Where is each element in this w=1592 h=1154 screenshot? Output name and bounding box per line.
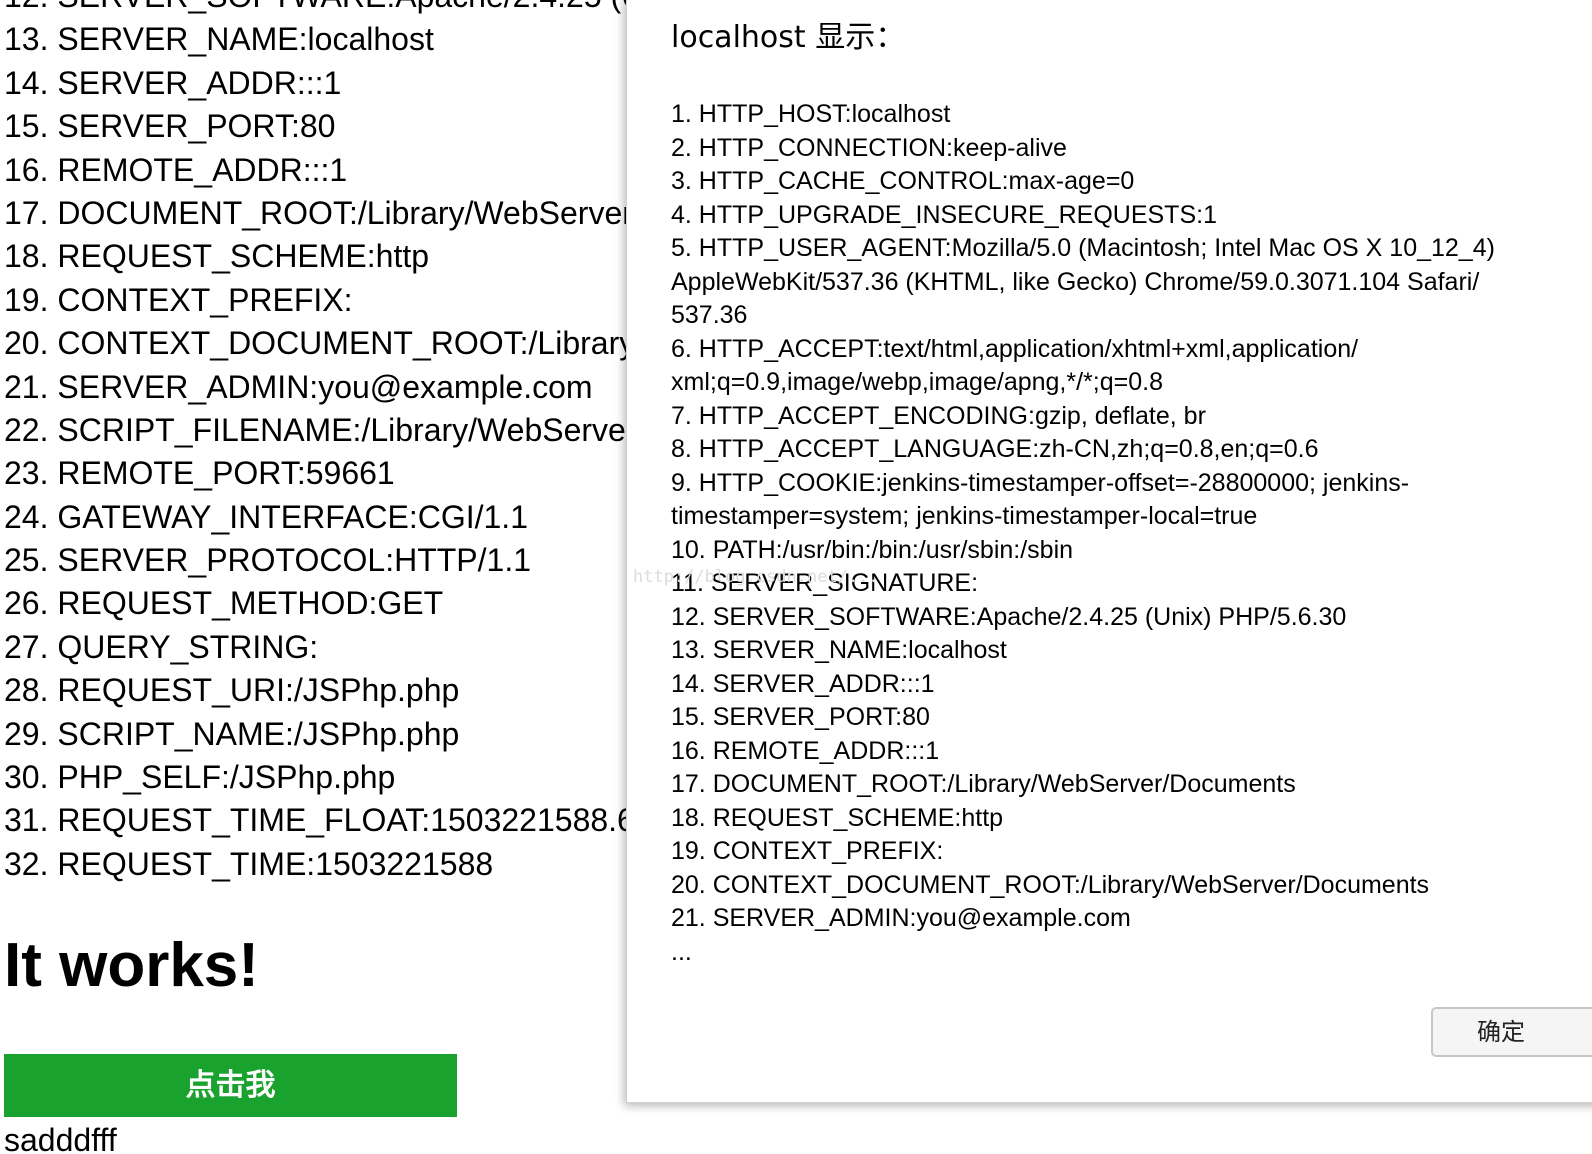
dialog-message-line: 7. HTTP_ACCEPT_ENCODING:gzip, deflate, b… — [671, 401, 1206, 430]
dialog-message: 1. HTTP_HOST:localhost 2. HTTP_CONNECTION… — [671, 98, 1571, 969]
page-heading: It works! — [4, 931, 259, 1000]
dialog-message-line: 3. HTTP_CACHE_CONTROL:max-age=0 — [671, 167, 1135, 195]
dialog-message-line: 15. SERVER_PORT:80 — [671, 703, 930, 731]
dialog-message-line: 8. HTTP_ACCEPT_LANGUAGE:zh-CN,zh;q=0.8,e… — [671, 435, 1319, 463]
alert-dialog: localhost 显示： 1. HTTP_HOST:localhost 2. H… — [626, 0, 1592, 1103]
dialog-message-line: 14. SERVER_ADDR:::1 — [671, 669, 935, 698]
dialog-message-line: 21. SERVER_ADMIN:you@example.com — [671, 904, 1131, 932]
dialog-message-line: 4. HTTP_UPGRADE_INSECURE_REQUESTS:1 — [671, 200, 1217, 229]
page-trailing-text: sadddfff — [4, 1122, 117, 1154]
click-me-button[interactable]: 点击我 — [4, 1054, 457, 1117]
dialog-message-line: 5. HTTP_USER_AGENT:Mozilla/5.0 (Macintos… — [671, 234, 1495, 262]
dialog-message-line: 20. CONTEXT_DOCUMENT_ROOT:/Library/WebSe… — [671, 870, 1430, 899]
dialog-message-line: 18. REQUEST_SCHEME:http — [671, 803, 1004, 832]
dialog-message-line: timestamper=system; jenkins-timestamper-… — [671, 502, 1258, 530]
dialog-message-line: 19. CONTEXT_PREFIX: — [671, 837, 944, 865]
dialog-message-line: 9. HTTP_COOKIE:jenkins-timestamper-offse… — [671, 468, 1410, 497]
dialog-message-line: xml;q=0.9,image/webp,image/apng,*/*;q=0.… — [671, 368, 1163, 396]
dialog-message-line: 16. REMOTE_ADDR:::1 — [671, 736, 940, 765]
dialog-title: localhost 显示： — [671, 20, 906, 55]
dialog-message-line: 13. SERVER_NAME:localhost — [671, 636, 1007, 664]
dialog-message-line: 2. HTTP_CONNECTION:keep-alive — [671, 133, 1067, 162]
dialog-message-line: AppleWebKit/537.36 (KHTML, like Gecko) C… — [671, 267, 1480, 296]
dialog-message-line: 1. HTTP_HOST:localhost — [671, 100, 951, 128]
watermark-text: http://blog.csdn.net/... — [633, 567, 879, 587]
dialog-message-line: 6. HTTP_ACCEPT:text/html,application/xht… — [671, 334, 1359, 363]
dialog-message-line: 537.36 — [671, 301, 748, 329]
ok-button[interactable]: 确定 — [1431, 1007, 1592, 1057]
dialog-message-line: 12. SERVER_SOFTWARE:Apache/2.4.25 (Unix)… — [671, 602, 1347, 631]
dialog-message-line: ... — [671, 937, 692, 966]
dialog-message-line: 10. PATH:/usr/bin:/bin:/usr/sbin:/sbin — [671, 535, 1074, 564]
dialog-message-line: 17. DOCUMENT_ROOT:/Library/WebServer/Doc… — [671, 770, 1296, 798]
